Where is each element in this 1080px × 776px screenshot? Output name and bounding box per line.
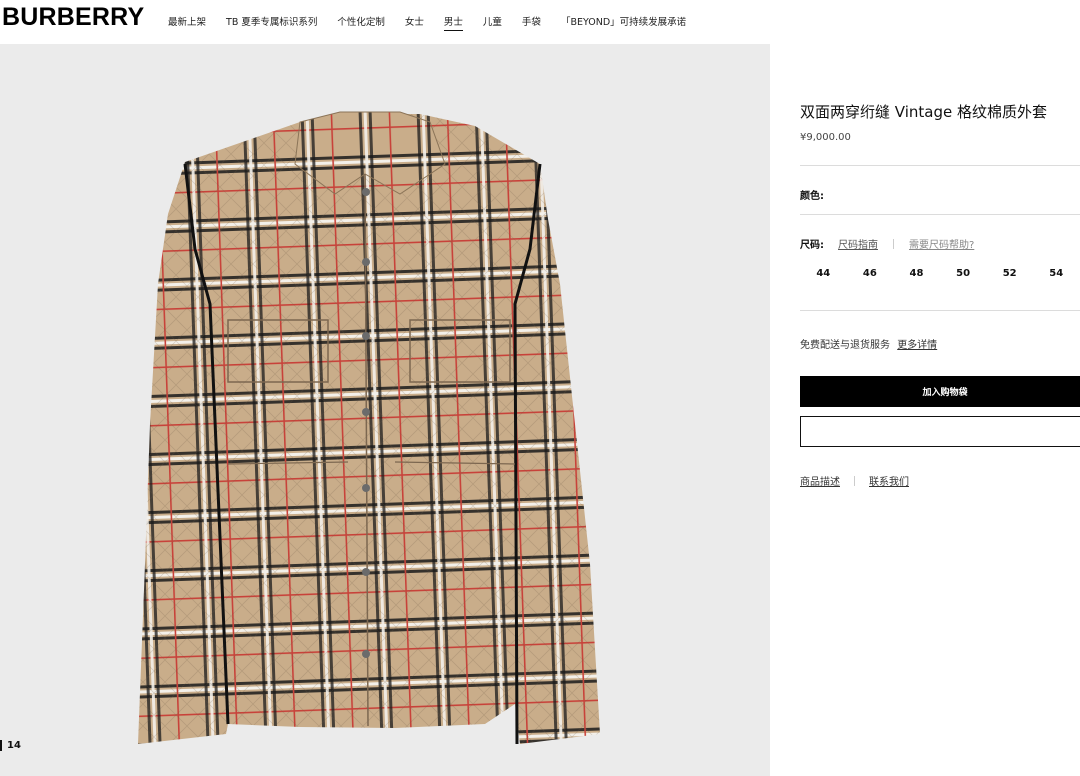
size-guide-link[interactable]: 尺码指南 xyxy=(838,236,878,251)
image-counter: 14 xyxy=(0,740,21,751)
size-label: 尺码: xyxy=(800,240,824,251)
info-links: 商品描述 联系我们 xyxy=(800,473,909,488)
secondary-button[interactable] xyxy=(800,416,1080,447)
nav-women[interactable]: 女士 xyxy=(405,14,424,31)
size-option-46[interactable]: 46 xyxy=(847,268,894,279)
description-link[interactable]: 商品描述 xyxy=(800,473,840,488)
separator xyxy=(893,238,894,249)
contact-link[interactable]: 联系我们 xyxy=(869,473,909,488)
size-option-48[interactable]: 48 xyxy=(893,268,940,279)
product-image xyxy=(138,111,600,745)
size-option-54[interactable]: 54 xyxy=(1033,268,1080,279)
divider xyxy=(800,165,1080,166)
counter-number: 14 xyxy=(7,740,21,751)
add-to-bag-button[interactable]: 加入购物袋 xyxy=(800,376,1080,407)
separator xyxy=(854,475,855,486)
divider xyxy=(800,214,1080,215)
shipping-info: 免费配送与退货服务 更多详情 xyxy=(800,336,937,351)
size-option-44[interactable]: 44 xyxy=(800,268,847,279)
product-detail-panel: 双面两穿绗缝 Vintage 格纹棉质外套 ¥9,000.00 颜色: 尺码: … xyxy=(770,44,1080,776)
shipping-more-link[interactable]: 更多详情 xyxy=(897,340,937,351)
counter-bar xyxy=(0,740,2,751)
size-help-link[interactable]: 需要尺码帮助? xyxy=(909,236,974,251)
product-price: ¥9,000.00 xyxy=(800,132,851,143)
nav-personalisation[interactable]: 个性化定制 xyxy=(337,14,385,31)
size-selector: 44 46 48 50 52 54 xyxy=(800,268,1080,279)
color-label: 颜色: xyxy=(800,191,824,202)
nav-tb-summer[interactable]: TB 夏季专属标识系列 xyxy=(226,14,317,31)
divider xyxy=(800,310,1080,311)
nav-beyond[interactable]: 「BEYOND」可持续发展承诺 xyxy=(561,14,686,31)
nav-men[interactable]: 男士 xyxy=(443,14,463,31)
shipping-text: 免费配送与退货服务 xyxy=(800,340,890,351)
site-header: BURBERRY 最新上架 TB 夏季专属标识系列 个性化定制 女士 男士 儿童… xyxy=(0,0,1080,44)
product-image-panel[interactable]: 14 xyxy=(0,44,770,776)
size-option-52[interactable]: 52 xyxy=(986,268,1033,279)
nav-bags[interactable]: 手袋 xyxy=(522,14,541,31)
nav-children[interactable]: 儿童 xyxy=(483,14,502,31)
brand-logo[interactable]: BURBERRY xyxy=(2,3,144,32)
nav-new-arrivals[interactable]: 最新上架 xyxy=(168,14,206,31)
size-header: 尺码: 尺码指南 需要尺码帮助? xyxy=(800,236,974,251)
jacket-illustration xyxy=(138,111,600,745)
size-option-50[interactable]: 50 xyxy=(940,268,987,279)
main-nav: 最新上架 TB 夏季专属标识系列 个性化定制 女士 男士 儿童 手袋 「BEYO… xyxy=(168,14,706,31)
product-title: 双面两穿绗缝 Vintage 格纹棉质外套 xyxy=(800,103,1047,121)
